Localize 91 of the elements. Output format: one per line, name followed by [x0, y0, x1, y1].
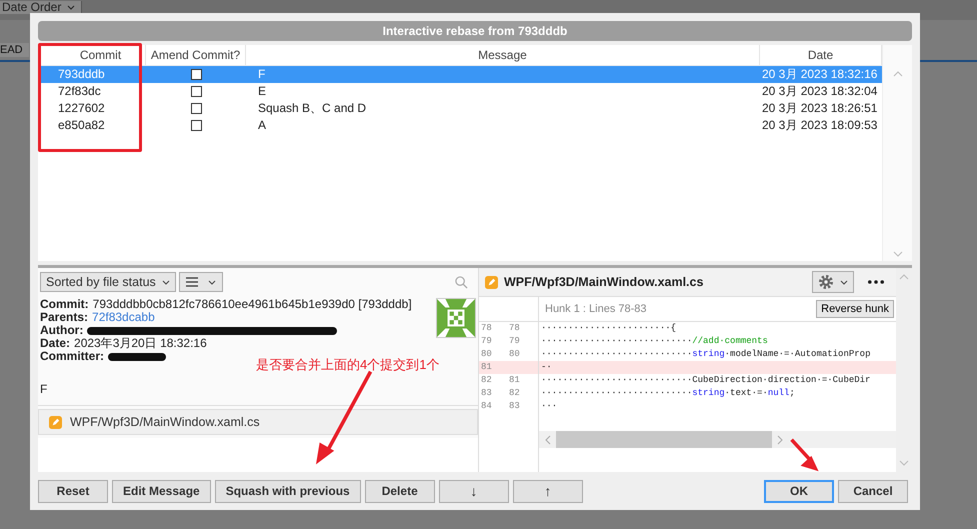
- line-number: 78: [481, 322, 493, 335]
- commit-date: 20 3月 2023 18:32:16: [761, 66, 878, 83]
- code-line: ························{: [540, 322, 676, 335]
- move-button[interactable]: ↑: [512, 480, 583, 502]
- chevron-icon: [162, 280, 170, 284]
- settings-icon: [818, 274, 834, 290]
- hunk-header: Hunk 1 : Lines 78-83: [544, 303, 647, 315]
- amend-checkbox[interactable]: [190, 69, 202, 80]
- column-header[interactable]: Amend Commit?: [146, 45, 246, 65]
- line-number: 82: [509, 387, 521, 400]
- dialog-button[interactable]: Delete: [364, 480, 435, 502]
- field-label: Commit:: [40, 298, 89, 311]
- line-number: 81: [481, 361, 493, 374]
- parent-link[interactable]: 72f83dcabb: [92, 311, 155, 324]
- dialog-button[interactable]: OK: [764, 480, 834, 502]
- code-line: -·: [540, 361, 552, 374]
- dialog-button[interactable]: Squash with previous: [214, 480, 361, 502]
- commit-date: 20 3月 2023 18:26:51: [761, 100, 878, 117]
- code-line: ····························string·text·=·null;: [540, 387, 795, 400]
- line-number: 78: [509, 322, 521, 335]
- commit-hash: 1227602: [57, 100, 106, 117]
- commit-message: E: [257, 83, 268, 100]
- commit-message-text: F: [40, 383, 48, 396]
- dialog-button[interactable]: Edit Message: [112, 480, 211, 502]
- line-number: 79: [481, 335, 493, 348]
- line-number: 84: [481, 400, 493, 413]
- file-path: WPF/Wpf3D/MainWindow.xaml.cs: [70, 415, 260, 429]
- line-number: 83: [481, 387, 493, 400]
- commit-row[interactable]: 72f83dc E 20 3月 2023 18:32:04: [38, 83, 882, 100]
- amend-checkbox[interactable]: [190, 103, 202, 114]
- dialog-title: Interactive rebase from 793dddb: [38, 21, 912, 41]
- field-label: Author:: [40, 324, 84, 337]
- code-line: ····························string·modelName·=·AutomationProp: [540, 348, 870, 361]
- more-icon[interactable]: [868, 280, 884, 284]
- horizontal-scrollbar[interactable]: [539, 431, 896, 448]
- commit-hash: 793dddb: [57, 66, 106, 83]
- chevron-icon: [840, 280, 848, 284]
- commit-message: A: [257, 117, 268, 134]
- list-icon: [186, 277, 198, 287]
- line-number: 79: [509, 335, 521, 348]
- chevron-left-icon[interactable]: [545, 434, 551, 444]
- commit-date: 20 3月 2023 18:32:04: [761, 83, 878, 100]
- dialog-button[interactable]: Cancel: [838, 480, 908, 502]
- line-number: 82: [481, 374, 493, 387]
- diff-file-name: WPF/Wpf3D/MainWindow.xaml.cs: [504, 275, 704, 289]
- commit-hash: e850a82: [57, 117, 106, 134]
- chevron-down-icon[interactable]: [899, 460, 909, 466]
- chevron-icon: [67, 5, 76, 10]
- commit-date: 20 3月 2023 18:09:53: [761, 117, 878, 134]
- commit-hash: 72f83dc: [57, 83, 102, 100]
- line-number: 81: [509, 374, 521, 387]
- branch-label: EAD: [0, 43, 29, 57]
- commit-message: F: [257, 66, 266, 83]
- chevron-right-icon[interactable]: [777, 434, 783, 444]
- pencil-icon: [49, 416, 62, 428]
- code-line: ···: [540, 400, 558, 413]
- sort-select[interactable]: Sorted by file status: [40, 272, 176, 292]
- code-line: ····························CubeDirection·direction·=·CubeDir: [540, 374, 870, 387]
- pencil-icon: [485, 276, 498, 288]
- amend-checkbox[interactable]: [190, 120, 202, 131]
- identicon-avatar: [436, 298, 476, 338]
- field-label: Date:: [40, 337, 70, 350]
- sort-dropdown[interactable]: Date Order: [0, 1, 82, 14]
- commit-message: Squash B、C and D: [257, 100, 368, 117]
- search-icon[interactable]: [455, 276, 468, 288]
- scrollbar[interactable]: [882, 45, 912, 261]
- dialog-button[interactable]: Reset: [38, 480, 108, 502]
- line-number: 83: [509, 400, 521, 413]
- line-number: 80: [481, 348, 493, 361]
- column-header[interactable]: Message: [246, 45, 760, 65]
- field-label: Parents:: [40, 311, 88, 324]
- chevron-up-icon[interactable]: [899, 274, 909, 280]
- annotation-text: 是否要合并上面的4个提交到1个: [256, 356, 440, 374]
- redaction-mark: [108, 352, 166, 360]
- chevron-down-icon[interactable]: [892, 251, 902, 257]
- settings-dropdown[interactable]: [812, 271, 854, 293]
- line-number: 80: [509, 348, 521, 361]
- reverse-hunk-button[interactable]: Reverse hunk: [816, 300, 894, 318]
- commit-row[interactable]: 1227602 Squash B、C and D 20 3月 2023 18:26:51: [38, 100, 882, 117]
- view-mode-select[interactable]: [178, 272, 223, 292]
- column-header[interactable]: Commit: [56, 45, 146, 65]
- field-value: 793dddbb0cb812fc786610ee4961b645b1e939d0 [793dddb]: [92, 298, 412, 311]
- chevron-up-icon[interactable]: [892, 71, 902, 77]
- move-button[interactable]: ↓: [438, 480, 509, 502]
- field-label: Committer:: [40, 350, 104, 363]
- commit-row[interactable]: e850a82 A 20 3月 2023 18:09:53: [38, 117, 882, 134]
- field-value: 2023年3月20日 18:32:16: [74, 337, 207, 350]
- changed-file-item[interactable]: WPF/Wpf3D/MainWindow.xaml.cs: [38, 409, 478, 435]
- amend-checkbox[interactable]: [190, 86, 202, 97]
- chevron-icon: [208, 280, 216, 284]
- code-line: ····························//add·comments: [540, 335, 768, 348]
